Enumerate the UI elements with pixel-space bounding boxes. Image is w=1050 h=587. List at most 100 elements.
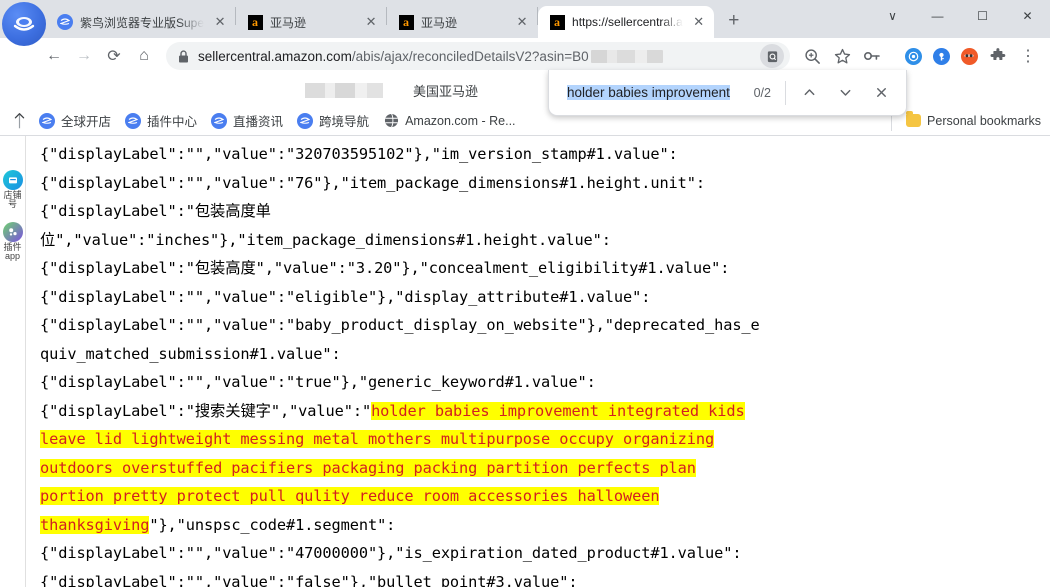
json-line: quiv_matched_submission#1.value":	[40, 340, 1050, 369]
password-extension-icon[interactable]	[928, 43, 954, 69]
amazon-icon: a	[398, 14, 414, 30]
marketplace-label: 美国亚马逊	[413, 83, 479, 99]
address-bar[interactable]: sellercentral.amazon.com/abis/ajax/recon…	[166, 42, 790, 70]
search-highlight: outdoors overstuffed pacifiers packaging…	[40, 458, 696, 477]
search-highlight: portion pretty protect pull qulity reduc…	[40, 487, 660, 505]
browser-logo	[2, 2, 46, 46]
home-icon[interactable]: ⌂	[130, 42, 158, 70]
search-highlight: holder babies improvement integrated kid…	[371, 401, 745, 420]
json-line: {"displayLabel":"","value":"320703595102…	[40, 140, 1050, 169]
tab-title: https://sellercentral.a	[572, 15, 683, 29]
close-icon[interactable]: ✕	[513, 13, 531, 31]
bookmark-label: 直播资讯	[233, 115, 284, 129]
json-line: {"displayLabel":"","value":"true"},"gene…	[40, 368, 1050, 397]
url-redaction	[590, 50, 663, 64]
tab-title: 亚马逊	[270, 15, 307, 30]
extension-side-rail: 店铺号 插件app	[0, 136, 26, 587]
search-highlight: leave lid lightweight messing metal moth…	[40, 430, 715, 448]
bookmarks-overflow-icon[interactable]	[6, 108, 32, 134]
json-line: thanksgiving"},"unspsc_code#1.segment":	[40, 511, 1050, 540]
tab-sellercentral[interactable]: a https://sellercentral.a ✕	[538, 6, 714, 38]
json-text: {"displayLabel":"包装高度单	[40, 202, 271, 220]
json-line: {"displayLabel":"包装高度单	[40, 197, 1050, 226]
ziniao-extension-icon[interactable]	[900, 43, 926, 69]
tab-amazon-1[interactable]: a 亚马逊 ✕	[236, 6, 386, 38]
ziniao-icon	[57, 14, 73, 30]
close-icon[interactable]: ✕	[690, 13, 708, 31]
star-icon[interactable]	[828, 42, 856, 70]
minimize-button[interactable]: —	[915, 0, 960, 32]
find-query-text: holder babies improvement	[567, 85, 730, 100]
json-line: {"displayLabel":"包装高度","value":"3.20"},"…	[40, 254, 1050, 283]
find-next-icon[interactable]	[832, 80, 858, 106]
side-rail-item-app[interactable]: 插件app	[2, 221, 24, 262]
back-icon[interactable]: ←	[40, 42, 68, 70]
maximize-button[interactable]: ☐	[960, 0, 1005, 32]
bookmark-label: Personal bookmarks	[927, 113, 1041, 128]
json-text: 位","value":"inches"},"item_package_dimen…	[40, 230, 611, 249]
bookmark-global-store[interactable]: 全球开店	[32, 108, 118, 133]
bookmark-plugin-center[interactable]: 插件中心	[118, 108, 204, 133]
json-text: {"displayLabel":"","value":"false"},"bul…	[40, 572, 578, 587]
ziniao-icon	[39, 112, 55, 129]
bookmark-cross-border-nav[interactable]: 跨境导航	[290, 108, 376, 133]
json-text: {"displayLabel":"","value":"baby_product…	[40, 316, 760, 334]
side-rail-item-store[interactable]: 店铺号	[2, 170, 24, 210]
bookmark-personal-folder[interactable]: Personal bookmarks	[898, 110, 1048, 132]
tab-title: 亚马逊	[421, 15, 458, 30]
page-content-area: 店铺号 插件app {"displayLabel":"","value":"32…	[0, 136, 1050, 587]
bookmark-amazon-com[interactable]: Amazon.com - Re...	[376, 110, 522, 132]
folder-icon	[905, 111, 921, 129]
tab-list-icon[interactable]: ∨	[870, 0, 915, 32]
lock-icon	[178, 49, 190, 63]
find-input[interactable]: holder babies improvement	[567, 85, 744, 100]
find-close-icon[interactable]	[868, 80, 894, 106]
forward-icon[interactable]: →	[70, 42, 98, 70]
tab-ziniao-browser[interactable]: 紫鸟浏览器专业版Supe ✕	[46, 6, 235, 38]
json-text: {"displayLabel":"包装高度","value":"3.20"},"…	[40, 259, 730, 277]
browser-toolbar: ← → ⟳ ⌂ sellercentral.amazon.com/abis/aj…	[0, 38, 1050, 74]
json-text: {"displayLabel":"","value":"47000000"},"…	[40, 544, 742, 562]
window-controls: ∨ — ☐ ✕	[870, 0, 1050, 32]
json-line: 位","value":"inches"},"item_package_dimen…	[40, 226, 1050, 255]
search-highlight: thanksgiving	[40, 515, 150, 534]
json-text: {"displayLabel":"搜索关键字","value":"	[40, 401, 372, 420]
close-icon[interactable]: ✕	[362, 13, 380, 31]
browser-tab-strip: 紫鸟浏览器专业版Supe ✕ a 亚马逊 ✕ a 亚马逊 ✕ a https:/…	[0, 0, 1050, 46]
puzzle-icon[interactable]	[984, 42, 1012, 70]
find-match-count: 0/2	[753, 85, 771, 100]
new-tab-button[interactable]: +	[720, 7, 748, 35]
proxy-extension-icon[interactable]	[956, 43, 982, 69]
close-window-button[interactable]: ✕	[1005, 0, 1050, 32]
json-line: {"displayLabel":"","value":"false"},"bul…	[40, 568, 1050, 587]
json-text: "},"unspsc_code#1.segment":	[149, 515, 396, 534]
json-text: {"displayLabel":"","value":"true"},"gene…	[40, 373, 596, 391]
url-host: sellercentral.amazon.com	[198, 48, 352, 64]
json-line: {"displayLabel":"","value":"baby_product…	[40, 311, 1050, 340]
ziniao-icon	[211, 112, 228, 129]
account-redaction	[305, 82, 383, 98]
tab-title: 紫鸟浏览器专业版Supe	[80, 15, 205, 30]
browser-menu-icon[interactable]: ⋮	[1014, 42, 1042, 70]
bookmark-live-news[interactable]: 直播资讯	[204, 108, 290, 133]
tab-amazon-2[interactable]: a 亚马逊 ✕	[387, 6, 537, 38]
side-rail-label: 店铺号	[3, 190, 22, 210]
json-line: outdoors overstuffed pacifiers packaging…	[40, 454, 1050, 483]
key-icon[interactable]	[858, 42, 886, 70]
bookmark-label: Amazon.com - Re...	[405, 113, 516, 128]
json-line: {"displayLabel":"搜索关键字","value":"holder …	[40, 397, 1050, 426]
zoom-icon[interactable]	[798, 42, 826, 70]
json-line: {"displayLabel":"","value":"47000000"},"…	[40, 539, 1050, 568]
find-previous-icon[interactable]	[796, 80, 822, 106]
close-icon[interactable]: ✕	[211, 13, 229, 31]
json-response-text: {"displayLabel":"","value":"320703595102…	[40, 136, 1050, 587]
page-search-icon[interactable]	[760, 44, 784, 68]
reload-icon[interactable]: ⟳	[100, 42, 128, 70]
side-rail-label: 插件app	[3, 241, 22, 262]
bookmark-label: 插件中心	[147, 115, 198, 129]
url-path: /abis/ajax/reconciledDetailsV2?asin=B0	[351, 48, 589, 64]
personal-bookmarks-group: Personal bookmarks	[891, 110, 1050, 132]
find-in-page-bar: holder babies improvement 0/2	[548, 70, 907, 116]
amazon-icon: a	[247, 14, 263, 30]
ziniao-icon	[297, 112, 314, 129]
